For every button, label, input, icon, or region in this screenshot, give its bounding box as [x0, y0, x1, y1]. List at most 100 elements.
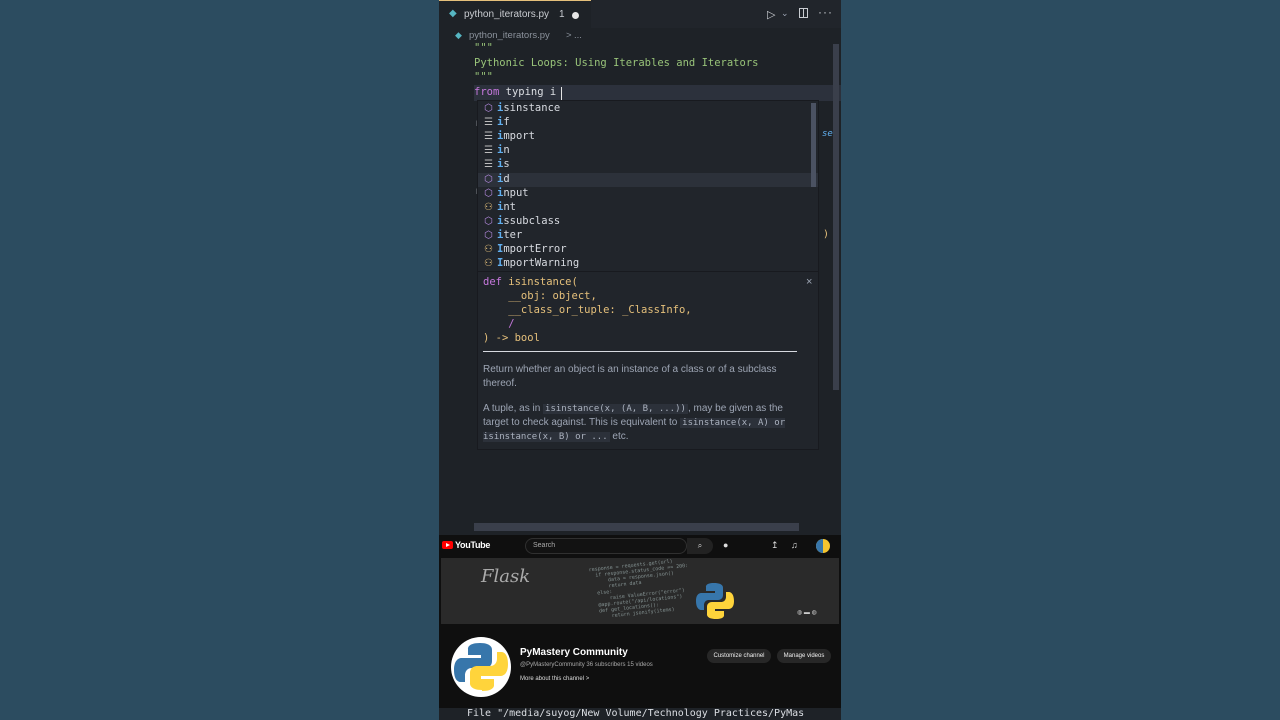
method-icon: ⬡ — [484, 229, 493, 241]
keyword-icon: ☰ — [484, 117, 493, 129]
youtube-logo-text[interactable]: YouTube — [455, 540, 490, 550]
banner-code-image: response = requests.get(url) if response… — [588, 558, 689, 622]
keyword-icon: ☰ — [484, 131, 493, 143]
class-icon: ⚇ — [484, 201, 493, 213]
suggestion-item[interactable]: ⬡ input — [478, 187, 818, 201]
code-chip: isinstance(x, (A, B, ...)) — [543, 404, 688, 414]
label-rest: n — [503, 144, 510, 157]
more-about-link[interactable]: More about this channel > — [520, 676, 589, 682]
label-rest: f — [503, 116, 510, 129]
close-icon[interactable]: × — [806, 276, 812, 288]
label-rest: mport — [503, 130, 535, 143]
bell-icon[interactable]: ♫ — [791, 540, 798, 550]
suggestion-item[interactable]: ⬡ issubclass — [478, 215, 818, 229]
suggestion-label: input — [497, 187, 529, 199]
signature-param: __obj: object, — [483, 290, 597, 302]
keyword-from: from — [474, 86, 500, 98]
label-rest: ter — [503, 228, 523, 241]
breadcrumb-file[interactable]: python_iterators.py — [469, 30, 550, 41]
breadcrumb-more[interactable]: ... — [574, 30, 582, 41]
keyword-icon: ☰ — [484, 159, 493, 171]
class-icon: ⚇ — [484, 244, 493, 255]
method-icon: ⬡ — [484, 103, 493, 114]
tab-label: python_iterators.py — [464, 9, 550, 20]
code-fragment: se — [822, 129, 833, 139]
youtube-logo-icon[interactable] — [442, 541, 453, 549]
editor-window: ◆ python_iterators.py 1 ▷ ⌄ ··· ◆ python… — [439, 0, 841, 720]
banner-links-icon[interactable]: ◍ ▬ ◍ — [797, 609, 817, 616]
suggestion-label: isinstance — [497, 102, 560, 114]
suggestion-label: ImportError — [497, 243, 567, 255]
suggestion-item[interactable]: ☰ import — [478, 130, 818, 144]
suggestion-details: def isinstance( __obj: object, __class_o… — [477, 272, 819, 450]
label-rest: d — [503, 172, 510, 185]
suggestion-item[interactable]: ☰ if — [478, 116, 818, 130]
run-icon[interactable]: ▷ — [767, 8, 775, 21]
function-name: isinstance( — [501, 276, 578, 288]
signature-return: ) -> bool — [483, 332, 540, 344]
search-icon[interactable]: ⌕ — [687, 538, 713, 554]
python-logo-icon — [696, 583, 734, 619]
suggestion-label: issubclass — [497, 215, 560, 227]
youtube-header: YouTube Search ⌕ ● ↥ ♫ — [439, 535, 841, 557]
label-rest: sinstance — [503, 102, 561, 114]
label-rest: mportWarning — [503, 257, 580, 270]
manage-videos-button[interactable]: Manage videos — [777, 649, 831, 663]
python-file-icon: ◆ — [449, 8, 457, 19]
signature-line: def isinstance( — [483, 276, 578, 288]
channel-info: PyMastery Community @PyMasteryCommunity … — [439, 627, 841, 708]
microphone-icon[interactable]: ● — [723, 540, 728, 550]
keyword-icon: ☰ — [484, 145, 493, 157]
suggestion-label: id — [497, 173, 510, 185]
label-rest: nput — [503, 186, 529, 199]
code-line-import: from typing i — [474, 86, 556, 98]
description-text: etc. — [609, 431, 629, 442]
account-avatar[interactable] — [816, 539, 830, 553]
youtube-channel-panel: YouTube Search ⌕ ● ↥ ♫ Flask response = … — [439, 535, 841, 708]
autocomplete-list: ⬡ isinstance ☰ if ☰ import ☰ in ☰ is ⬡ id ⬡ input ⚇ int… — [477, 100, 819, 272]
suggestion-label: if — [497, 116, 510, 128]
suggestion-item[interactable]: ☰ is — [478, 158, 818, 172]
tab-python-iterators[interactable]: ◆ python_iterators.py 1 — [439, 0, 591, 28]
class-icon: ⚇ — [484, 258, 493, 270]
chevron-down-icon[interactable]: ⌄ — [781, 8, 789, 19]
search-input[interactable]: Search — [525, 538, 687, 554]
text-cursor — [561, 87, 562, 100]
label-rest: nt — [503, 200, 516, 213]
suggestion-item[interactable]: ⬡ iter — [478, 229, 818, 243]
horizontal-scrollbar[interactable] — [474, 523, 799, 531]
more-actions-icon[interactable]: ··· — [818, 5, 833, 19]
suggestion-label: ImportWarning — [497, 257, 579, 269]
method-icon: ⬡ — [484, 187, 493, 199]
suggestion-scrollbar[interactable] — [811, 103, 816, 187]
suggestion-item[interactable]: ⚇ ImportWarning — [478, 257, 818, 271]
suggestion-label: iter — [497, 229, 522, 241]
suggestion-item[interactable]: ⚇ ImportError — [478, 243, 818, 257]
customize-channel-button[interactable]: Customize channel — [707, 649, 771, 663]
label-rest: s — [503, 158, 510, 171]
upload-icon[interactable]: ↥ — [771, 540, 779, 551]
split-editor-icon[interactable] — [799, 8, 808, 18]
divider — [483, 351, 797, 352]
suggestion-label: import — [497, 130, 535, 142]
suggestion-item[interactable]: ⚇ int — [478, 201, 818, 215]
method-icon: ⬡ — [484, 173, 493, 185]
code-line: Pythonic Loops: Using Iterables and Iter… — [474, 57, 759, 69]
suggestion-item[interactable]: ⬡ id — [478, 172, 818, 187]
code-fragment: ) — [823, 229, 830, 240]
unsaved-dot-icon[interactable] — [572, 12, 579, 19]
description-example: A tuple, as in isinstance(x, (A, B, ...)… — [483, 402, 798, 444]
signature-slash: / — [483, 318, 515, 330]
channel-name: PyMastery Community — [520, 647, 628, 658]
label-rest: ssubclass — [503, 214, 561, 227]
suggestion-item[interactable]: ☰ in — [478, 144, 818, 158]
description-text: A tuple, as in — [483, 403, 544, 414]
channel-meta: @PyMasteryCommunity 36 subscribers 15 vi… — [520, 662, 653, 668]
channel-avatar[interactable] — [451, 637, 511, 697]
vertical-scrollbar[interactable] — [833, 44, 839, 390]
suggestion-item[interactable]: ⬡ isinstance — [478, 102, 818, 116]
label-rest: mportError — [503, 243, 567, 255]
terminal-line: File "/media/suyog/New Volume/Technology… — [467, 708, 805, 719]
channel-banner: Flask response = requests.get(url) if re… — [441, 558, 839, 624]
signature-param: __class_or_tuple: _ClassInfo, — [483, 304, 692, 316]
